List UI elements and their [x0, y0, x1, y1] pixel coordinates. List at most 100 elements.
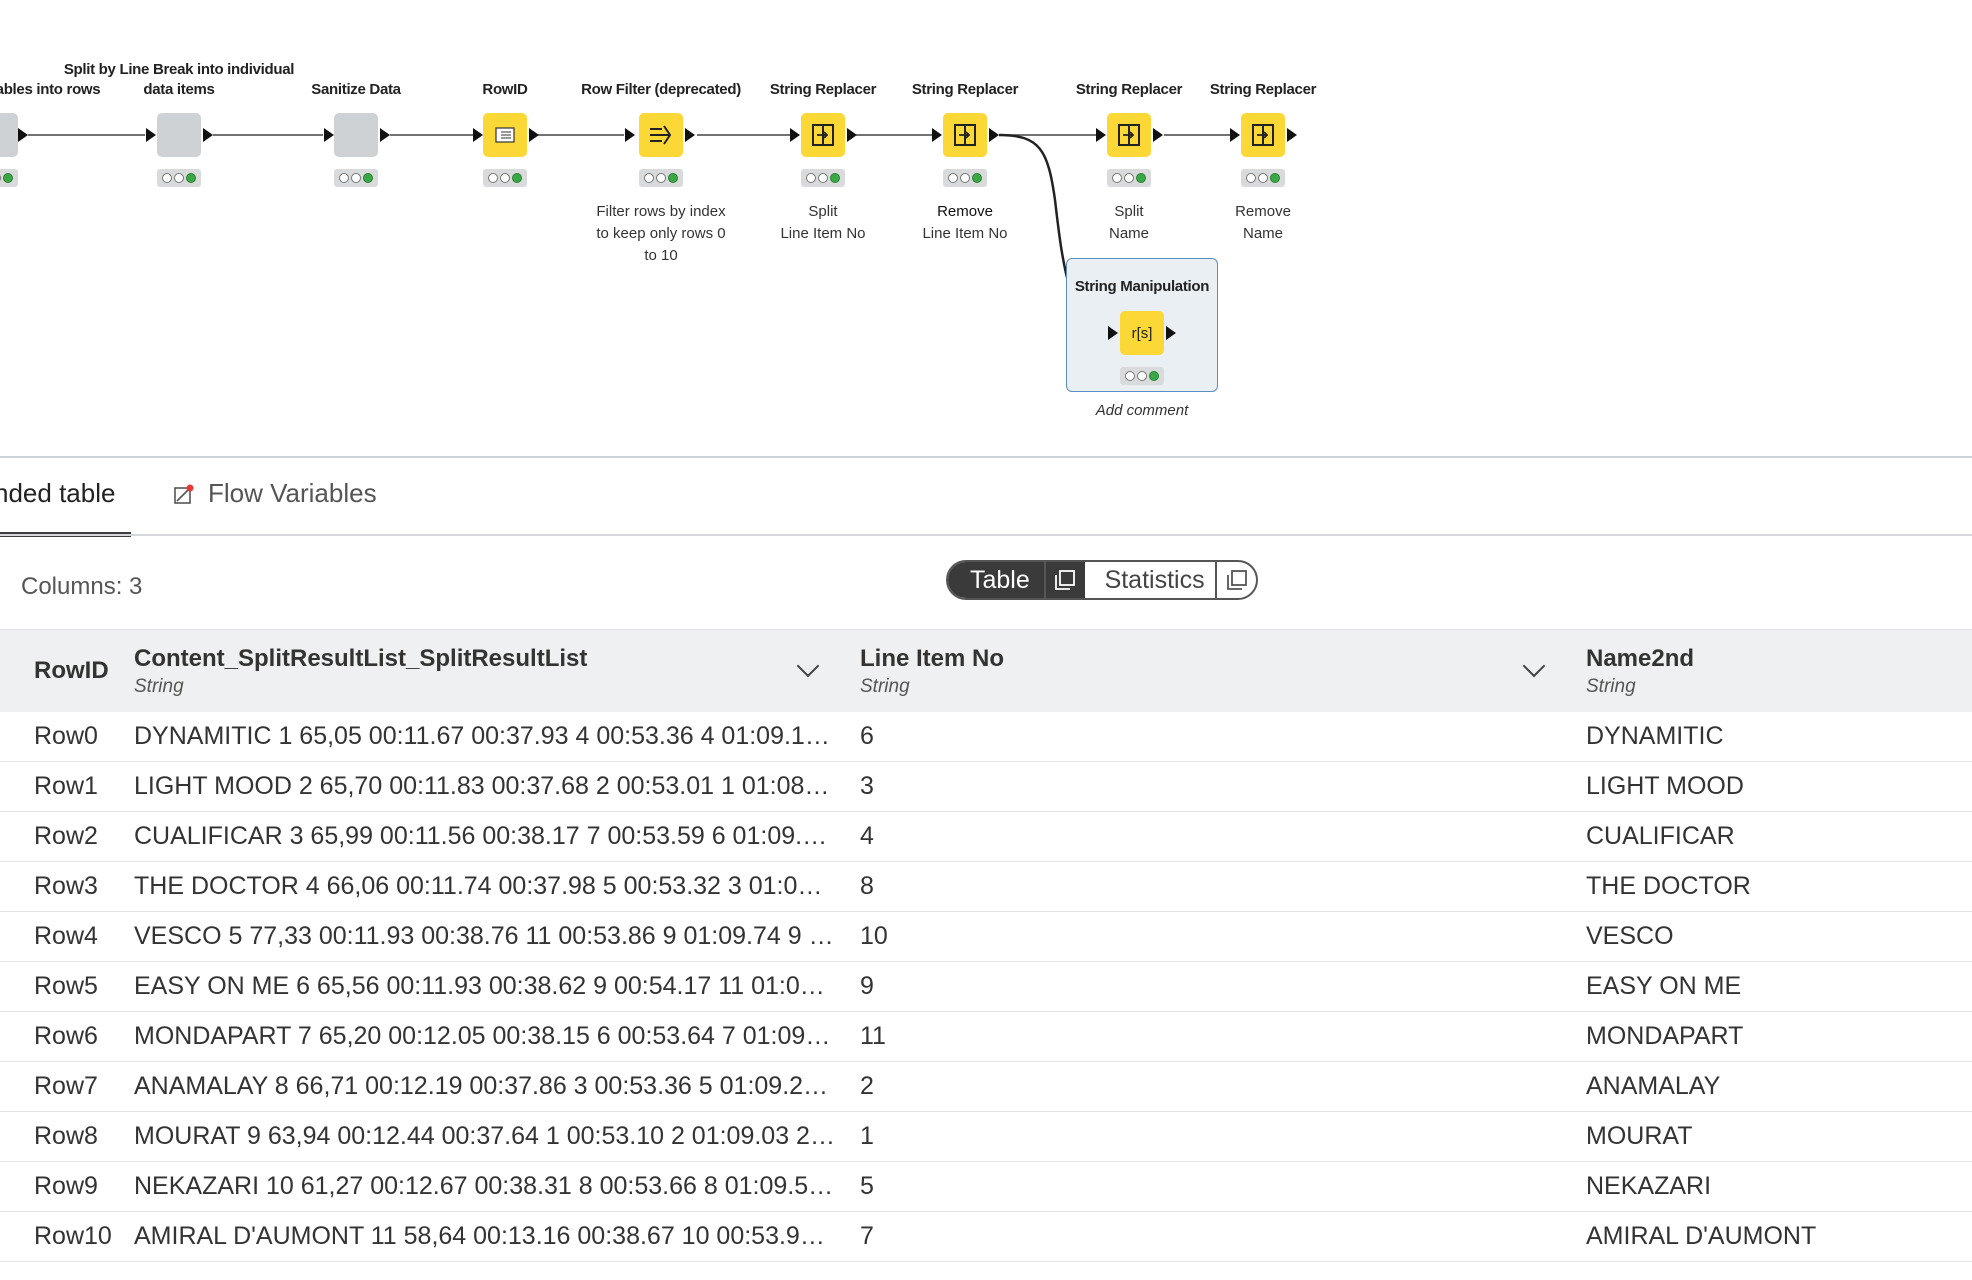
row-id: Row1	[34, 772, 98, 800]
cell-name2nd: DYNAMITIC	[1586, 722, 1724, 750]
input-port[interactable]	[790, 128, 800, 142]
cell-line-item-no: 7	[860, 1222, 874, 1250]
open-statistics-window-button[interactable]	[1215, 562, 1256, 598]
node-description-line: Line Item No	[780, 225, 866, 242]
column-menu-chevron-down-icon[interactable]	[1522, 654, 1546, 678]
view-toggle[interactable]: Table Statistics	[946, 560, 1258, 600]
cell-line-item-no: 6	[860, 722, 874, 750]
output-port[interactable]	[380, 128, 390, 142]
add-comment-link[interactable]: Add comment	[1096, 400, 1189, 422]
table-row[interactable]: Row9 NEKAZARI 10 61,27 00:12.67 00:38.31…	[0, 1161, 1972, 1212]
table-row[interactable]: Row10 AMIRAL D'AUMONT 11 58,64 00:13.16 …	[0, 1211, 1972, 1262]
output-port[interactable]	[529, 128, 539, 142]
node-status-indicator	[1107, 169, 1151, 187]
column-header-name2nd[interactable]: Name2nd	[1586, 645, 1694, 673]
row-id: Row8	[34, 1122, 98, 1150]
flow-variables-icon	[173, 484, 195, 511]
workflow-node-string-replacer[interactable]	[801, 113, 845, 157]
node-status-indicator	[1241, 169, 1285, 187]
table-row[interactable]: Row2 CUALIFICAR 3 65,99 00:11.56 00:38.1…	[0, 811, 1972, 862]
cell-name2nd: VESCO	[1586, 922, 1674, 950]
row-id: Row4	[34, 922, 98, 950]
cell-line-item-no: 9	[860, 972, 874, 1000]
table-row[interactable]: Row3 THE DOCTOR 4 66,06 00:11.74 00:37.9…	[0, 861, 1972, 912]
output-port[interactable]	[847, 128, 857, 142]
input-port[interactable]	[324, 128, 334, 142]
row-id: Row7	[34, 1072, 98, 1100]
node-title: Row Filter (deprecated)	[581, 81, 741, 98]
cell-line-item-no: 3	[860, 772, 874, 800]
output-port[interactable]	[1153, 128, 1163, 142]
column-type: String	[134, 676, 184, 697]
workflow-node-string-replacer[interactable]	[1107, 113, 1151, 157]
workflow-node-string-manipulation[interactable]: r[s]	[1120, 311, 1164, 355]
workflow-node[interactable]	[334, 113, 378, 157]
output-port[interactable]	[203, 128, 213, 142]
column-menu-chevron-down-icon[interactable]	[796, 654, 820, 678]
row-id: Row5	[34, 972, 98, 1000]
table-row[interactable]: Row5 EASY ON ME 6 65,56 00:11.93 00:38.6…	[0, 961, 1972, 1012]
node-title: String Manipulation	[1074, 278, 1210, 295]
output-port[interactable]	[1166, 326, 1176, 340]
cell-line-item-no: 5	[860, 1172, 874, 1200]
workflow-node[interactable]	[157, 113, 201, 157]
statistics-view-button[interactable]: Statistics	[1085, 562, 1216, 598]
panel-divider[interactable]	[0, 456, 1972, 458]
row-id: Row10	[34, 1222, 112, 1250]
table-view-button[interactable]: Table	[948, 562, 1044, 598]
workflow-node-rowid[interactable]	[483, 113, 527, 157]
cell-name2nd: ANAMALAY	[1586, 1072, 1721, 1100]
input-port[interactable]	[146, 128, 156, 142]
node-status-indicator	[0, 169, 18, 187]
cell-content: ANAMALAY 8 66,71 00:12.19 00:37.86 3 00:…	[134, 1072, 829, 1100]
node-title: Split by Line Break into individual data…	[63, 61, 295, 98]
node-description: Remove Name	[1203, 201, 1323, 245]
node-description-line: Name	[1108, 225, 1149, 242]
node-status-indicator	[943, 169, 987, 187]
tab-expanded-table[interactable]: nded table	[0, 478, 115, 509]
cell-content: CUALIFICAR 3 65,99 00:11.56 00:38.17 7 0…	[134, 822, 828, 850]
table-row[interactable]: Row1 LIGHT MOOD 2 65,70 00:11.83 00:37.6…	[0, 761, 1972, 812]
cell-name2nd: AMIRAL D'AUMONT	[1586, 1222, 1817, 1250]
cell-line-item-no: 11	[860, 1022, 886, 1050]
output-port[interactable]	[989, 128, 999, 142]
node-description-line: Split	[808, 203, 838, 220]
tabs-divider	[0, 534, 1972, 536]
output-port[interactable]	[685, 128, 695, 142]
column-header-content[interactable]: Content_SplitResultList_SplitResultList	[134, 645, 587, 673]
workflow-node-row-filter[interactable]	[639, 113, 683, 157]
row-id: Row2	[34, 822, 98, 850]
node-description-line: Name	[1242, 225, 1283, 242]
cell-content: MOURAT 9 63,94 00:12.44 00:37.64 1 00:53…	[134, 1122, 835, 1150]
table-row[interactable]: Row7 ANAMALAY 8 66,71 00:12.19 00:37.86 …	[0, 1061, 1972, 1112]
column-type: String	[860, 676, 910, 697]
table-row[interactable]: Row0 DYNAMITIC 1 65,05 00:11.67 00:37.93…	[0, 711, 1972, 762]
input-port[interactable]	[625, 128, 635, 142]
output-port[interactable]	[1287, 128, 1297, 142]
string-replacer-icon	[943, 113, 987, 157]
node-status-indicator	[157, 169, 201, 187]
input-port[interactable]	[1230, 128, 1240, 142]
input-port[interactable]	[1096, 128, 1106, 142]
input-port[interactable]	[1108, 326, 1118, 340]
table-row[interactable]: Row4 VESCO 5 77,33 00:11.93 00:38.76 11 …	[0, 911, 1972, 962]
column-header-line-item-no[interactable]: Line Item No	[860, 645, 1004, 673]
workflow-node-string-replacer[interactable]	[943, 113, 987, 157]
table-row[interactable]: Row8 MOURAT 9 63,94 00:12.44 00:37.64 1 …	[0, 1111, 1972, 1162]
table-row[interactable]: Row6 MONDAPART 7 65,20 00:12.05 00:38.15…	[0, 1011, 1972, 1062]
workflow-node[interactable]	[0, 113, 18, 157]
cell-name2nd: MONDAPART	[1586, 1022, 1744, 1050]
tab-flow-variables[interactable]: Flow Variables	[208, 478, 377, 509]
column-type: String	[1586, 676, 1636, 697]
open-table-window-button[interactable]	[1043, 562, 1085, 598]
workflow-node-string-replacer[interactable]	[1241, 113, 1285, 157]
input-port[interactable]	[473, 128, 483, 142]
output-port[interactable]	[18, 128, 28, 142]
input-port[interactable]	[932, 128, 942, 142]
cell-line-item-no: 8	[860, 872, 874, 900]
workflow-canvas[interactable]: ables into rows Split by Line Break into…	[0, 0, 1972, 456]
cell-name2nd: NEKAZARI	[1586, 1172, 1712, 1200]
cell-line-item-no: 10	[860, 922, 888, 950]
node-description: Split Name	[1069, 201, 1189, 245]
node-title: String Replacer	[1075, 81, 1183, 98]
